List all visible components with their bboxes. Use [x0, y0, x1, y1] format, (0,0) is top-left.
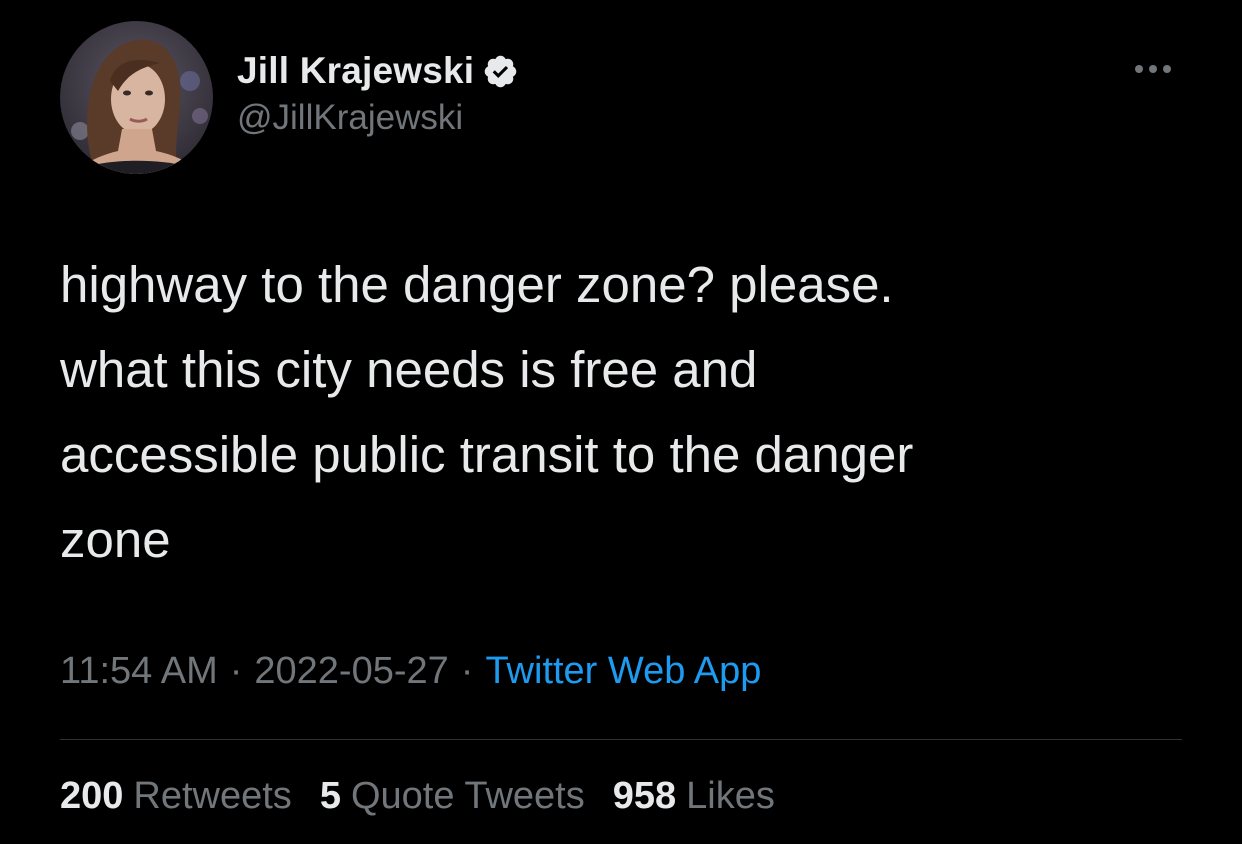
meta-separator: ·	[460, 650, 474, 692]
engagement-stats: 200 Retweets 5 Quote Tweets 958 Likes	[60, 775, 803, 818]
tweet-source-link[interactable]: Twitter Web App	[485, 650, 761, 692]
tweet-metadata: 11:54 AM · 2022-05-27 · Twitter Web App	[60, 650, 761, 693]
quote-tweets-label: Quote Tweets	[350, 775, 585, 817]
likes-label: Likes	[686, 775, 775, 817]
retweets-stat[interactable]: 200 Retweets	[60, 775, 292, 818]
verified-badge-icon	[482, 53, 519, 90]
divider	[60, 739, 1182, 740]
user-handle[interactable]: @JillKrajewski	[237, 98, 519, 138]
meta-separator: ·	[229, 650, 243, 692]
more-options-button[interactable]	[1124, 54, 1182, 84]
display-name[interactable]: Jill Krajewski	[237, 50, 474, 92]
avatar[interactable]	[60, 21, 213, 174]
retweets-label: Retweets	[133, 775, 292, 817]
author-info: Jill Krajewski @JillKrajewski	[237, 48, 519, 138]
more-horizontal-icon	[1135, 65, 1171, 73]
tweet-detail: Jill Krajewski @JillKrajewski highway to…	[0, 0, 1242, 844]
tweet-time[interactable]: 11:54 AM	[60, 650, 218, 692]
tweet-date[interactable]: 2022-05-27	[254, 650, 448, 692]
display-name-row: Jill Krajewski	[237, 48, 519, 94]
retweets-count: 200	[60, 775, 124, 817]
likes-count: 958	[612, 775, 677, 817]
quote-tweets-count: 5	[319, 775, 341, 817]
tweet-text: highway to the danger zone? please. what…	[60, 256, 914, 568]
likes-stat[interactable]: 958 Likes	[613, 775, 775, 818]
profile-photo	[60, 21, 213, 174]
quote-tweets-stat[interactable]: 5 Quote Tweets	[320, 775, 585, 818]
